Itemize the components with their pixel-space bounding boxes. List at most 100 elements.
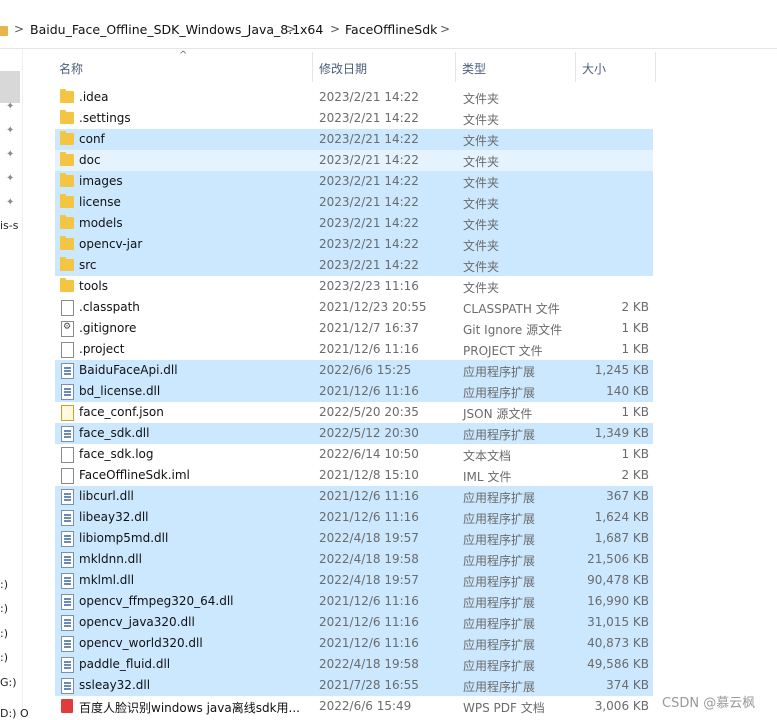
file-name: face_conf.json	[79, 405, 164, 419]
file-name: BaiduFaceApi.dll	[79, 363, 178, 377]
file-type: PROJECT 文件	[463, 344, 543, 358]
file-row[interactable]: opencv_ffmpeg320_64.dll 2021/12/6 11:16 应用…	[55, 591, 653, 612]
file-row[interactable]: .project 2021/12/6 11:16 PROJECT 文件 1 KB	[55, 339, 653, 360]
file-row[interactable]: images 2023/2/21 14:22 文件夹	[55, 171, 653, 192]
breadcrumb-separator[interactable]: >	[440, 22, 450, 36]
file-size: 140 KB	[606, 384, 649, 398]
nav-item-fragment[interactable]: :)	[0, 627, 8, 640]
column-header-date[interactable]: 修改日期	[319, 60, 367, 77]
navigation-pane[interactable]: ✦ ✦ ✦ ✦ ✦ is-s :) :) :) :) G:) D:) O	[0, 49, 29, 720]
breadcrumb-item-current[interactable]: FaceOfflineSdk	[345, 22, 437, 37]
file-row[interactable]: src 2023/2/21 14:22 文件夹	[55, 255, 653, 276]
file-row[interactable]: opencv_java320.dll 2021/12/6 11:16 应用程序扩展 3…	[55, 612, 653, 633]
file-modified-date: 2022/6/6 15:25	[319, 363, 412, 377]
file-row[interactable]: conf 2023/2/21 14:22 文件夹	[55, 129, 653, 150]
file-type: 应用程序扩展	[463, 680, 536, 694]
file-row[interactable]: paddle_fluid.dll 2022/4/18 19:58 应用程序扩展 49,…	[55, 654, 653, 675]
nav-item-fragment[interactable]: G:)	[0, 676, 17, 689]
file-name: .settings	[79, 111, 131, 125]
column-divider[interactable]	[575, 52, 576, 82]
file-row[interactable]: BaiduFaceApi.dll 2022/6/6 15:25 应用程序扩展 1,24…	[55, 360, 653, 381]
sort-ascending-icon: ^	[179, 50, 188, 61]
file-row[interactable]: bd_license.dll 2021/12/6 11:16 应用程序扩展 140 K…	[55, 381, 653, 402]
file-type: 应用程序扩展	[463, 428, 536, 442]
address-bar[interactable]: > Baidu_Face_Offline_SDK_Windows_Java_8.…	[0, 12, 777, 49]
file-size: 1,624 KB	[594, 510, 649, 524]
column-header-name[interactable]: 名称	[59, 60, 83, 77]
file-type: 应用程序扩展	[463, 575, 536, 589]
breadcrumb-item-x64[interactable]: x64	[300, 22, 323, 37]
gear-file-icon	[61, 321, 74, 337]
file-row[interactable]: opencv_world320.dll 2021/12/6 11:16 应用程序扩展…	[55, 633, 653, 654]
dll-icon	[61, 531, 74, 547]
file-row[interactable]: libeay32.dll 2021/12/6 11:16 应用程序扩展 1,624 K…	[55, 507, 653, 528]
column-divider[interactable]	[312, 52, 313, 82]
file-size: 1,687 KB	[594, 531, 649, 545]
file-name: opencv-jar	[79, 237, 143, 251]
file-row[interactable]: doc 2023/2/21 14:22 文件夹	[55, 150, 653, 171]
file-row[interactable]: mkldnn.dll 2022/4/18 19:58 应用程序扩展 21,506 KB	[55, 549, 653, 570]
file-row[interactable]: .gitignore 2021/12/7 16:37 Git Ignore 源文件 1…	[55, 318, 653, 339]
file-row[interactable]: .settings 2023/2/21 14:22 文件夹	[55, 108, 653, 129]
file-row[interactable]: libiomp5md.dll 2022/4/18 19:57 应用程序扩展 1,687…	[55, 528, 653, 549]
file-row[interactable]: face_sdk.log 2022/6/14 10:50 文本文档 1 KB	[55, 444, 653, 465]
nav-selected-item[interactable]	[0, 71, 20, 103]
file-size: 90,478 KB	[587, 573, 649, 587]
file-name: conf	[79, 132, 105, 146]
breadcrumb-item-sdk[interactable]: Baidu_Face_Offline_SDK_Windows_Java_8.1	[30, 22, 300, 37]
file-type: 文件夹	[463, 239, 500, 253]
column-divider[interactable]	[455, 52, 456, 82]
nav-item-fragment[interactable]: :)	[0, 602, 8, 615]
file-type: 应用程序扩展	[463, 638, 536, 652]
file-type: 文件夹	[463, 218, 500, 232]
file-size: 1 KB	[621, 321, 649, 335]
file-row[interactable]: ssleay32.dll 2021/7/28 16:55 应用程序扩展 374 KB	[55, 675, 653, 696]
file-type: 文件夹	[463, 134, 500, 148]
file-row[interactable]: face_sdk.dll 2022/5/12 20:30 应用程序扩展 1,349 K…	[55, 423, 653, 444]
file-row[interactable]: face_conf.json 2022/5/20 20:35 JSON 源文件 1 K…	[55, 402, 653, 423]
file-row[interactable]: opencv-jar 2023/2/21 14:22 文件夹	[55, 234, 653, 255]
pin-icon: ✦	[6, 197, 15, 208]
dll-icon	[61, 594, 74, 610]
dll-icon	[61, 552, 74, 568]
file-row[interactable]: tools 2023/2/23 11:16 文件夹	[55, 276, 653, 297]
file-name: images	[79, 174, 123, 188]
file-row[interactable]: mklml.dll 2022/4/18 19:57 应用程序扩展 90,478 KB	[55, 570, 653, 591]
file-modified-date: 2021/12/7 16:37	[319, 321, 419, 335]
column-header-size[interactable]: 大小	[582, 60, 606, 77]
file-name: tools	[79, 279, 108, 293]
file-row[interactable]: 百度人脸识别windows java离线sdk用... 2022/6/6 15:4…	[55, 696, 653, 717]
nav-item-fragment[interactable]: is-s	[0, 219, 19, 232]
file-row[interactable]: license 2023/2/21 14:22 文件夹	[55, 192, 653, 213]
file-type: 应用程序扩展	[463, 386, 536, 400]
file-row[interactable]: libcurl.dll 2021/12/6 11:16 应用程序扩展 367 KB	[55, 486, 653, 507]
folder-icon	[0, 26, 8, 36]
column-divider[interactable]	[655, 52, 656, 82]
file-modified-date: 2023/2/21 14:22	[319, 216, 419, 230]
folder-icon	[60, 110, 74, 124]
folder-icon	[60, 215, 74, 229]
file-name: face_sdk.dll	[79, 426, 150, 440]
dll-icon	[61, 510, 74, 526]
file-name: .gitignore	[79, 321, 137, 335]
pin-icon: ✦	[6, 149, 15, 160]
file-modified-date: 2023/2/21 14:22	[319, 132, 419, 146]
file-row[interactable]: .classpath 2021/12/23 20:55 CLASSPATH 文件 2 …	[55, 297, 653, 318]
column-header-type[interactable]: 类型	[462, 60, 486, 77]
file-row[interactable]: models 2023/2/21 14:22 文件夹	[55, 213, 653, 234]
nav-item-fragment[interactable]: D:) O	[0, 707, 29, 720]
nav-item-fragment[interactable]: :)	[0, 578, 8, 591]
nav-item-fragment[interactable]: :)	[0, 651, 8, 664]
file-row[interactable]: FaceOfflineSdk.iml 2021/12/8 15:10 IML 文件 2…	[55, 465, 653, 486]
file-type: WPS PDF 文档	[463, 701, 545, 715]
file-name: models	[79, 216, 123, 230]
file-row[interactable]: .idea 2023/2/21 14:22 文件夹	[55, 87, 653, 108]
file-size: 2 KB	[621, 468, 649, 482]
file-type: 应用程序扩展	[463, 659, 536, 673]
dll-icon	[61, 363, 74, 379]
file-name: doc	[79, 153, 101, 167]
file-name: .classpath	[79, 300, 140, 314]
file-name: FaceOfflineSdk.iml	[79, 468, 190, 482]
breadcrumb-separator[interactable]: >	[330, 22, 340, 36]
breadcrumb-separator[interactable]: >	[286, 22, 296, 36]
